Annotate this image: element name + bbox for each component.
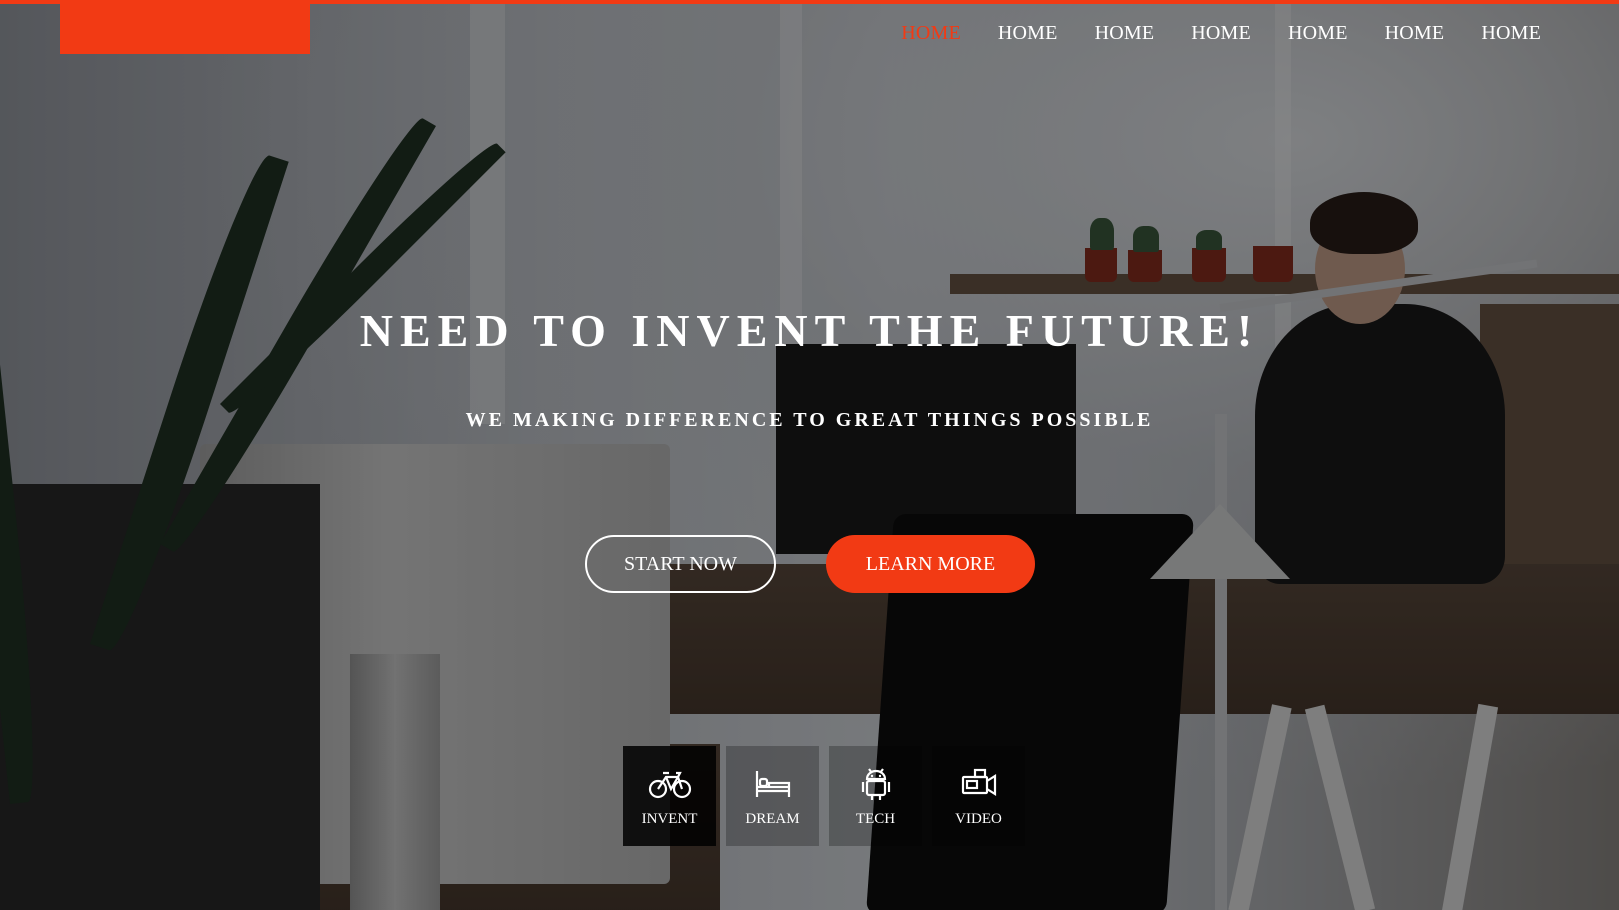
hero-subheadline: WE MAKING DIFFERENCE TO GREAT THINGS POS… (465, 409, 1154, 431)
nav-item-home-6[interactable]: HOME (1385, 22, 1445, 45)
bicycle-icon (648, 771, 691, 798)
main-nav: HOME HOME HOME HOME HOME HOME HOME (864, 22, 1541, 45)
nav-item-home-7[interactable]: HOME (1481, 22, 1541, 45)
hero-section: HOME HOME HOME HOME HOME HOME HOME NEED … (0, 0, 1619, 910)
nav-item-home-3[interactable]: HOME (1095, 22, 1155, 45)
nav-item-home-4[interactable]: HOME (1191, 22, 1251, 45)
learn-more-button[interactable]: LEARN MORE (826, 535, 1035, 593)
feature-tab-video[interactable]: VIDEO (932, 746, 1025, 846)
hero-headline: NEED TO INVENT THE FUTURE! (359, 305, 1260, 356)
nav-item-home-5[interactable]: HOME (1288, 22, 1348, 45)
nav-item-home-2[interactable]: HOME (998, 22, 1058, 45)
feature-label: VIDEO (955, 810, 1002, 827)
feature-tabs: INVENT DREAM TECH VIDEO (623, 746, 1025, 846)
logo[interactable] (60, 4, 310, 54)
feature-label: DREAM (745, 810, 800, 827)
android-icon (861, 767, 890, 800)
feature-tab-invent[interactable]: INVENT (623, 746, 716, 846)
nav-item-home-1[interactable]: HOME (901, 22, 961, 45)
video-camera-icon (961, 768, 996, 796)
start-now-button[interactable]: START NOW (585, 535, 776, 593)
feature-label: INVENT (641, 810, 698, 827)
feature-label: TECH (855, 810, 896, 827)
bed-icon (755, 770, 790, 797)
feature-tab-dream[interactable]: DREAM (726, 746, 819, 846)
feature-tab-tech[interactable]: TECH (829, 746, 922, 846)
